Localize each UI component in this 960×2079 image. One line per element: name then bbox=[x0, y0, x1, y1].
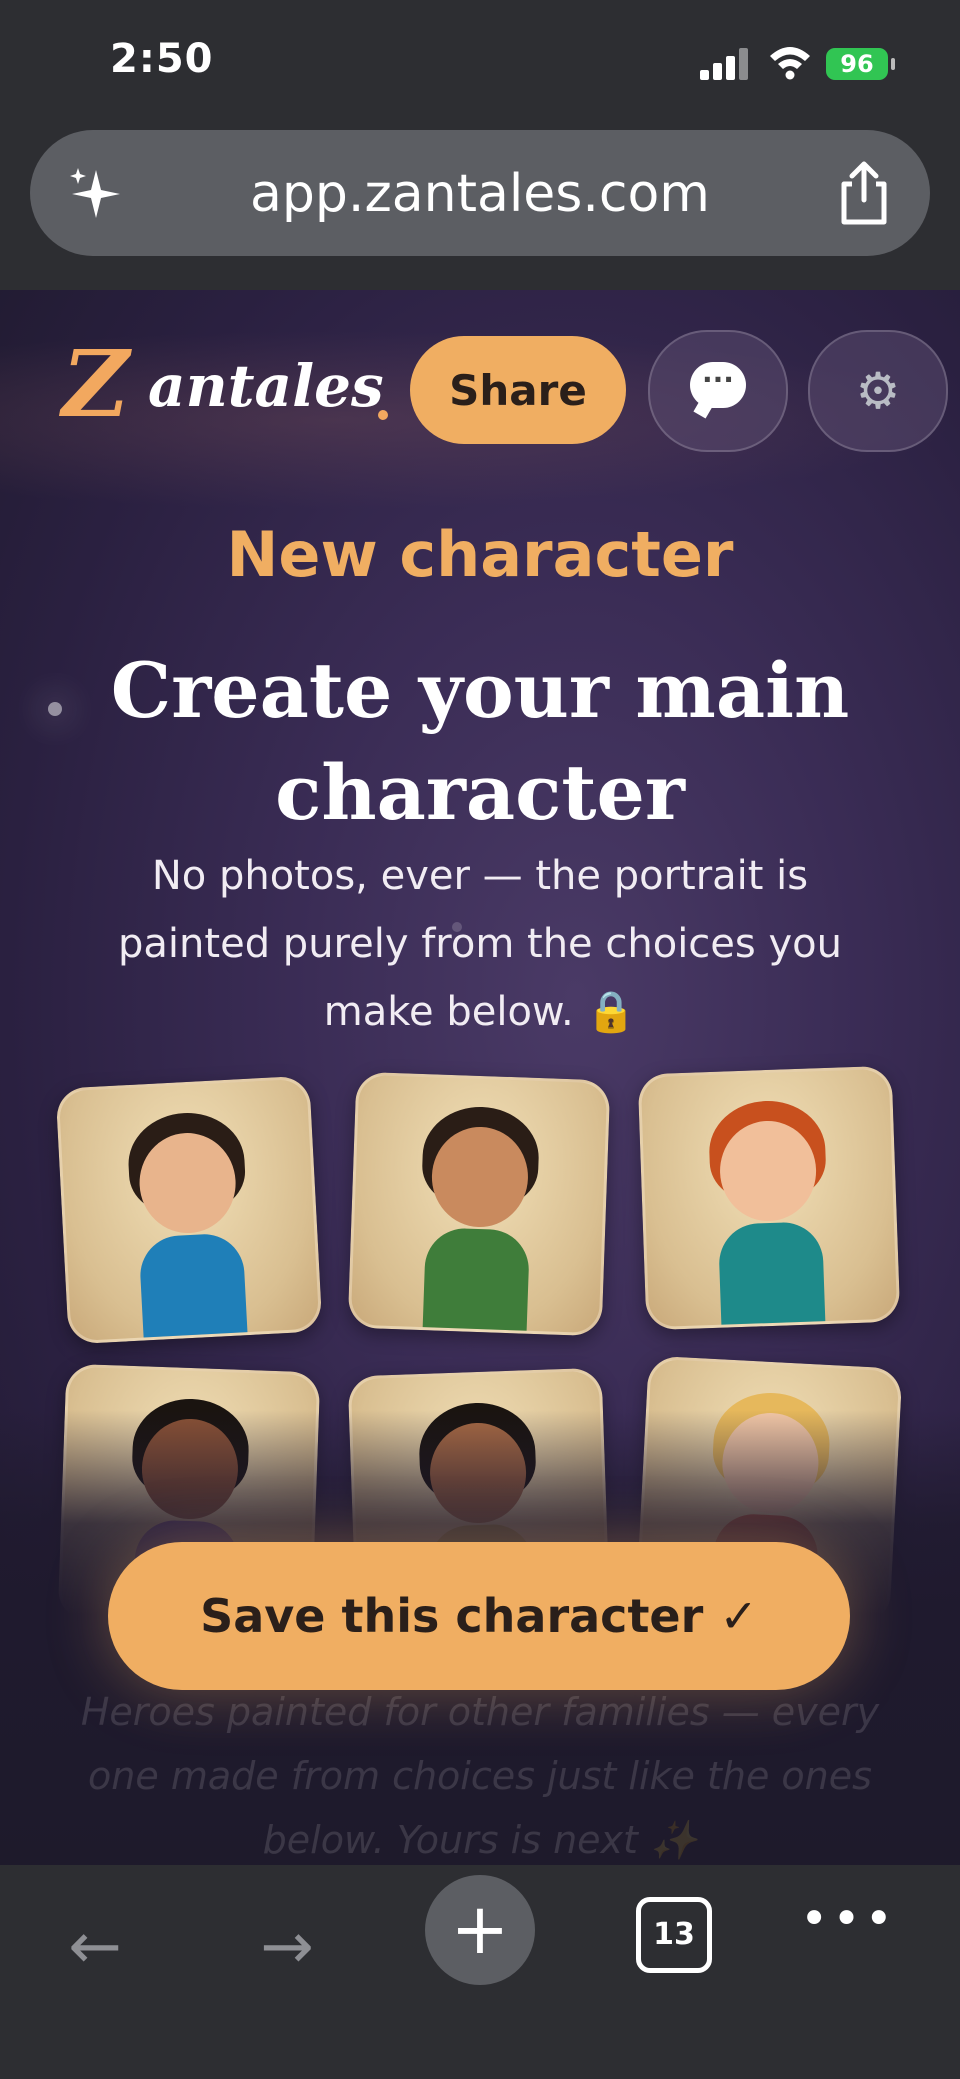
chat-dots: ··· bbox=[702, 363, 734, 396]
more-menu-icon[interactable]: ••• bbox=[800, 1891, 893, 1947]
settings-button[interactable]: ⚙ bbox=[808, 330, 948, 452]
forward-arrow-icon: → bbox=[260, 1910, 314, 1984]
character-outfit bbox=[717, 1221, 826, 1331]
url-text[interactable]: app.zantales.com bbox=[30, 164, 930, 224]
status-bar: 2:50 96 bbox=[0, 0, 960, 120]
logo-dot bbox=[378, 410, 388, 420]
back-arrow-icon: ← bbox=[68, 1910, 122, 1984]
logo-initial: Z bbox=[62, 330, 130, 438]
share-button[interactable]: Share bbox=[410, 336, 626, 444]
battery-level: 96 bbox=[840, 50, 874, 78]
address-bar[interactable]: app.zantales.com bbox=[30, 130, 930, 256]
page-title: Create your main character bbox=[110, 646, 850, 837]
new-tab-button[interactable]: + bbox=[425, 1875, 535, 1985]
faded-caption: Heroes painted for other families — ever… bbox=[80, 1690, 880, 1862]
gear-icon: ⚙ bbox=[855, 362, 901, 420]
chat-button[interactable]: ··· bbox=[648, 330, 788, 452]
browser-url-area: app.zantales.com bbox=[0, 120, 960, 290]
browser-toolbar: ← → + 13 ••• bbox=[0, 1865, 960, 2079]
character-option-girl-with-cane[interactable] bbox=[347, 1071, 611, 1337]
page-subtitle: No photos, ever — the portrait is painte… bbox=[118, 853, 842, 1035]
plus-icon: + bbox=[450, 1888, 510, 1970]
status-time: 2:50 bbox=[110, 36, 214, 82]
back-button[interactable]: ← bbox=[40, 1893, 150, 2003]
wifi-icon bbox=[770, 47, 810, 80]
tabs-button[interactable]: 13 bbox=[636, 1897, 712, 1973]
page-kicker: New character bbox=[226, 518, 734, 591]
save-character-button[interactable]: Save this character ✓ bbox=[108, 1542, 850, 1690]
forward-button[interactable]: → bbox=[232, 1893, 342, 2003]
character-option-boy-with-glasses[interactable] bbox=[55, 1075, 323, 1345]
share-icon[interactable] bbox=[834, 160, 894, 226]
character-option-curly-redhead-boy[interactable] bbox=[637, 1065, 901, 1331]
signal-icon bbox=[700, 48, 750, 80]
app-page: Z antales Share ··· ⚙ New character Crea… bbox=[0, 290, 960, 1865]
battery-icon: 96 bbox=[826, 48, 895, 80]
character-outfit bbox=[138, 1232, 248, 1345]
character-outfit bbox=[422, 1227, 531, 1337]
logo-wordmark: antales bbox=[148, 352, 384, 420]
